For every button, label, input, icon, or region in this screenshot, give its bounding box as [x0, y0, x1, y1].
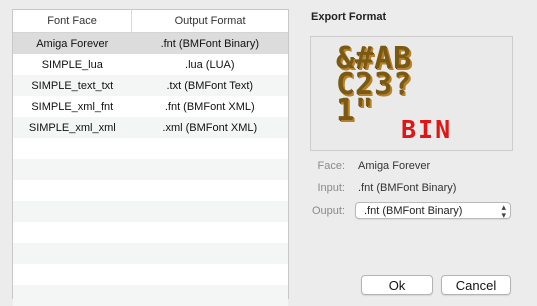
table-row[interactable]: SIMPLE_text_txt .txt (BMFont Text) [13, 75, 288, 96]
empty-row [13, 159, 288, 180]
preview-line-3: 1" [336, 93, 375, 128]
output-format-cell: .txt (BMFont Text) [166, 79, 254, 92]
section-title: Export Format [311, 11, 387, 23]
format-badge: BIN [401, 115, 453, 144]
empty-row [13, 222, 288, 243]
empty-row [13, 180, 288, 201]
column-header-font-face[interactable]: Font Face [13, 10, 131, 32]
font-face-cell: Amiga Forever [36, 37, 109, 50]
font-face-cell: SIMPLE_xml_xml [28, 121, 116, 134]
empty-row [13, 138, 288, 159]
output-format-cell: .lua (LUA) [185, 58, 235, 71]
column-header-output-format[interactable]: Output Format [131, 10, 288, 32]
empty-row [13, 201, 288, 222]
output-format-selected-value: .fnt (BMFont Binary) [364, 204, 463, 217]
face-label: Face: [317, 160, 345, 172]
font-face-cell: SIMPLE_xml_fnt [31, 100, 114, 113]
chevron-updown-icon: ▴ ▾ [501, 201, 506, 220]
output-format-select[interactable]: .fnt (BMFont Binary) ▴ ▾ [355, 202, 511, 219]
face-value: Amiga Forever [358, 160, 431, 172]
table-body: Amiga Forever .fnt (BMFont Binary) SIMPL… [13, 33, 288, 306]
empty-row [13, 264, 288, 285]
output-format-cell: .fnt (BMFont XML) [164, 100, 255, 113]
cancel-button[interactable]: Cancel [441, 275, 511, 295]
output-format-cell: .xml (BMFont XML) [162, 121, 258, 134]
font-list-table[interactable]: Font Face Output Format Amiga Forever .f… [12, 9, 289, 306]
output-label: Ouput: [311, 205, 345, 217]
output-format-cell: .fnt (BMFont Binary) [160, 37, 259, 50]
font-face-cell: SIMPLE_lua [41, 58, 103, 71]
table-row[interactable]: SIMPLE_xml_xml .xml (BMFont XML) [13, 117, 288, 138]
empty-row [13, 243, 288, 264]
table-header: Font Face Output Format [13, 10, 288, 33]
input-value: .fnt (BMFont Binary) [358, 182, 457, 194]
ok-button[interactable]: Ok [361, 275, 433, 295]
table-row[interactable]: SIMPLE_lua .lua (LUA) [13, 54, 288, 75]
input-label: Input: [317, 182, 345, 194]
empty-row [13, 285, 288, 306]
table-row[interactable]: Amiga Forever .fnt (BMFont Binary) [13, 33, 288, 54]
table-row[interactable]: SIMPLE_xml_fnt .fnt (BMFont XML) [13, 96, 288, 117]
font-preview: &#AB C23? 1" BIN [310, 36, 513, 151]
font-face-cell: SIMPLE_text_txt [31, 79, 114, 92]
